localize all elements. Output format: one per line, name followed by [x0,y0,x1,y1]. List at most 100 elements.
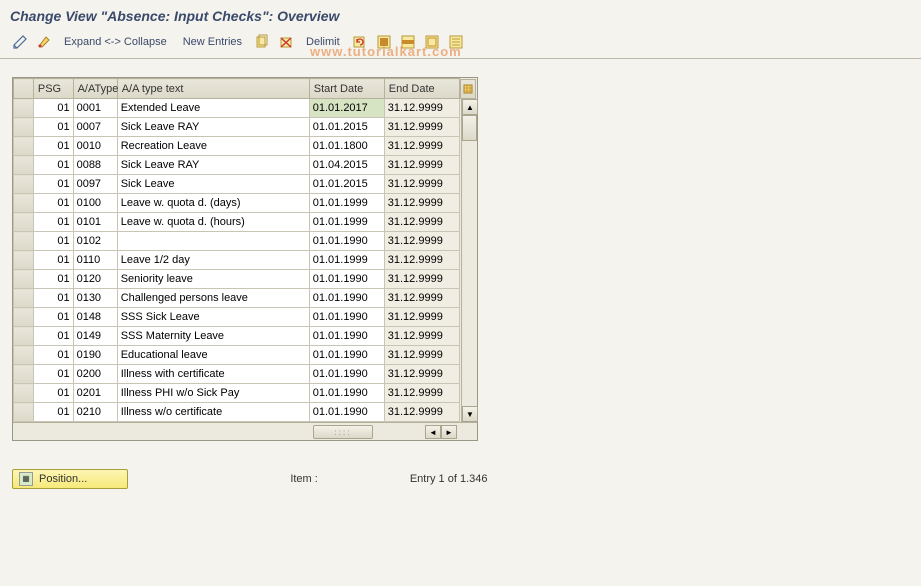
cell-psg[interactable]: 01 [33,270,73,289]
cell-aatype[interactable]: 0110 [73,251,117,270]
toggle-display-change-icon[interactable] [10,32,30,52]
cell-psg[interactable]: 01 [33,213,73,232]
row-selector[interactable] [14,251,34,270]
column-resize-grip[interactable]: :::: [313,425,373,439]
cell-end[interactable]: 31.12.9999 [384,346,459,365]
cell-aatext[interactable]: Illness with certificate [117,365,309,384]
cell-end[interactable]: 31.12.9999 [384,365,459,384]
cell-aatype[interactable]: 0120 [73,270,117,289]
row-selector[interactable] [14,327,34,346]
scroll-right-button[interactable]: ► [441,425,457,439]
cell-end[interactable]: 31.12.9999 [384,137,459,156]
cell-aatype[interactable]: 0130 [73,289,117,308]
cell-psg[interactable]: 01 [33,384,73,403]
cell-start[interactable]: 01.01.1999 [309,251,384,270]
delete-icon[interactable] [276,32,296,52]
cell-end[interactable]: 31.12.9999 [384,175,459,194]
cell-start[interactable]: 01.01.2015 [309,118,384,137]
table-settings-icon[interactable] [460,79,476,99]
row-selector[interactable] [14,289,34,308]
other-entry-icon[interactable] [34,32,54,52]
cell-aatype[interactable]: 0097 [73,175,117,194]
cell-aatext[interactable]: SSS Sick Leave [117,308,309,327]
cell-end[interactable]: 31.12.9999 [384,194,459,213]
scroll-down-button[interactable]: ▼ [462,406,478,422]
configuration-icon[interactable] [446,32,466,52]
cell-aatext[interactable]: Illness w/o certificate [117,403,309,422]
row-selector[interactable] [14,365,34,384]
cell-end[interactable]: 31.12.9999 [384,251,459,270]
col-header-aatype[interactable]: A/AType [73,79,117,99]
cell-aatype[interactable]: 0190 [73,346,117,365]
cell-start[interactable]: 01.04.2015 [309,156,384,175]
cell-psg[interactable]: 01 [33,99,73,118]
cell-psg[interactable]: 01 [33,327,73,346]
undo-change-icon[interactable] [350,32,370,52]
cell-start[interactable]: 01.01.2015 [309,175,384,194]
delimit-button[interactable]: Delimit [300,36,346,48]
cell-psg[interactable]: 01 [33,346,73,365]
cell-psg[interactable]: 01 [33,118,73,137]
new-entries-button[interactable]: New Entries [177,36,248,48]
row-selector[interactable] [14,346,34,365]
cell-end[interactable]: 31.12.9999 [384,118,459,137]
cell-aatext[interactable] [117,232,309,251]
cell-start[interactable]: 01.01.1990 [309,289,384,308]
cell-psg[interactable]: 01 [33,137,73,156]
scroll-track[interactable] [462,115,477,406]
row-selector[interactable] [14,270,34,289]
cell-start[interactable]: 01.01.1990 [309,346,384,365]
cell-end[interactable]: 31.12.9999 [384,270,459,289]
col-header-start[interactable]: Start Date [309,79,384,99]
row-selector[interactable] [14,308,34,327]
cell-end[interactable]: 31.12.9999 [384,289,459,308]
cell-aatype[interactable]: 0007 [73,118,117,137]
row-selector[interactable] [14,194,34,213]
cell-aatext[interactable]: Leave w. quota d. (hours) [117,213,309,232]
deselect-all-icon[interactable] [422,32,442,52]
cell-start[interactable]: 01.01.1990 [309,403,384,422]
cell-aatext[interactable]: Leave 1/2 day [117,251,309,270]
cell-start[interactable]: 01.01.1990 [309,384,384,403]
cell-aatype[interactable]: 0001 [73,99,117,118]
row-selector[interactable] [14,384,34,403]
cell-end[interactable]: 31.12.9999 [384,384,459,403]
cell-psg[interactable]: 01 [33,194,73,213]
select-all-icon[interactable] [374,32,394,52]
cell-start[interactable]: 01.01.1999 [309,213,384,232]
scroll-thumb[interactable] [462,115,477,141]
cell-aatype[interactable]: 0101 [73,213,117,232]
cell-end[interactable]: 31.12.9999 [384,403,459,422]
row-selector[interactable] [14,137,34,156]
row-selector[interactable] [14,156,34,175]
cell-aatext[interactable]: Illness PHI w/o Sick Pay [117,384,309,403]
row-selector[interactable] [14,175,34,194]
cell-end[interactable]: 31.12.9999 [384,327,459,346]
copy-as-icon[interactable] [252,32,272,52]
row-selector[interactable] [14,118,34,137]
cell-end[interactable]: 31.12.9999 [384,308,459,327]
cell-psg[interactable]: 01 [33,308,73,327]
cell-aatext[interactable]: Leave w. quota d. (days) [117,194,309,213]
cell-aatext[interactable]: Seniority leave [117,270,309,289]
cell-psg[interactable]: 01 [33,232,73,251]
cell-start[interactable]: 01.01.1990 [309,270,384,289]
row-selector[interactable] [14,213,34,232]
cell-start[interactable]: 01.01.1800 [309,137,384,156]
cell-end[interactable]: 31.12.9999 [384,156,459,175]
cell-start[interactable]: 01.01.1990 [309,232,384,251]
cell-aatype[interactable]: 0210 [73,403,117,422]
col-header-aatext[interactable]: A/A type text [117,79,309,99]
cell-psg[interactable]: 01 [33,251,73,270]
cell-start[interactable]: 01.01.1999 [309,194,384,213]
row-selector-header[interactable] [14,79,34,99]
cell-aatype[interactable]: 0100 [73,194,117,213]
cell-aatype[interactable]: 0102 [73,232,117,251]
cell-psg[interactable]: 01 [33,289,73,308]
cell-aatext[interactable]: Recreation Leave [117,137,309,156]
cell-aatext[interactable]: SSS Maternity Leave [117,327,309,346]
row-selector[interactable] [14,403,34,422]
cell-end[interactable]: 31.12.9999 [384,232,459,251]
cell-end[interactable]: 31.12.9999 [384,213,459,232]
cell-aatext[interactable]: Educational leave [117,346,309,365]
